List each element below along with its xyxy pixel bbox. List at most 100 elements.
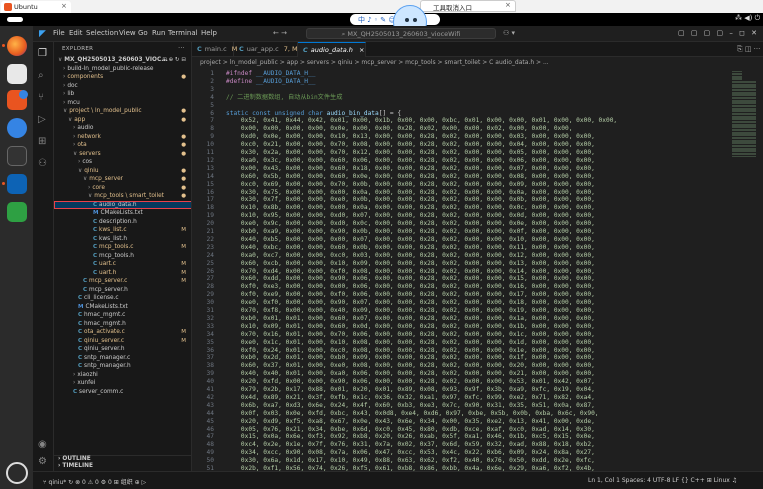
notification-badge (19, 90, 28, 99)
tree-folder[interactable]: › core ● (54, 184, 191, 193)
tree-file[interactable]: Csntp_manager.c (54, 354, 191, 363)
menu-edit[interactable]: Edit (69, 29, 83, 37)
tree-file[interactable]: Cmcp_server.c M (54, 277, 191, 286)
help-icon[interactable] (7, 118, 27, 138)
tree-folder[interactable]: › audio (54, 124, 191, 133)
tree-file[interactable]: Cqiniu_server.c M (54, 337, 191, 346)
command-center-search[interactable]: ⌕ MX_QH2505013_260603_vioceWifi (306, 28, 496, 39)
browser-tab-ubuntu[interactable]: Ubuntu × (1, 1, 71, 13)
tree-folder[interactable]: ∨ qiniu ● (54, 167, 191, 176)
close-icon[interactable]: × (359, 46, 364, 54)
more-actions-icon[interactable]: ··· (178, 44, 185, 52)
account-icon[interactable]: ◉ (38, 439, 47, 450)
line-number: 18 (206, 204, 214, 212)
tree-item-active-file[interactable]: Caudio_data.h (54, 200, 191, 209)
run-debug-icon[interactable]: ▷ (38, 114, 46, 125)
menu-file[interactable]: File (53, 29, 65, 37)
outline-section[interactable]: › OUTLINE (54, 455, 191, 463)
tree-folder[interactable]: ∨ MX_QH2505013_260603_VIOC... ⊞ ⊕ ↻ ⊟ (54, 56, 191, 65)
tree-file[interactable]: Cmcp_tools.c M (54, 243, 191, 252)
copilot-icon[interactable]: ⚇ ▾ (503, 29, 515, 37)
tree-folder[interactable]: › ota ● (54, 141, 191, 150)
line-number: 11 (206, 149, 214, 156)
tree-folder[interactable]: ∨ app ● (54, 116, 191, 125)
tree-file[interactable]: Chmac_mgmt.h (54, 320, 191, 329)
extensions-icon[interactable]: ⊞ (38, 136, 46, 147)
tree-folder[interactable]: › xunfei (54, 379, 191, 388)
menu-go[interactable]: Go (138, 29, 148, 37)
minimap[interactable] (730, 68, 760, 471)
menu-help[interactable]: Help (201, 29, 217, 37)
terminal-icon[interactable] (7, 146, 27, 166)
tree-folder[interactable]: › network ● (54, 133, 191, 142)
code-token: 0xb0, 0x01, 0x01, 0x00, 0x60, 0x07, 0x00… (240, 314, 595, 322)
copilot-chat-icon[interactable]: ⚇ (38, 158, 47, 169)
tree-folder[interactable]: ∨ mcp_tools \ smart_toilet ● (54, 192, 191, 201)
code-token: 0x10, 0x09, 0x01, 0x00, 0x60, 0x0d, 0x00… (240, 322, 595, 330)
menu-view[interactable]: View (119, 29, 136, 37)
editor-actions[interactable]: ⎘ ◫ ··· (737, 45, 760, 54)
code-editor[interactable]: 1 #ifndef __AUDIO_DATA_H__ 2 #define __AUDI… (192, 68, 763, 471)
tree-folder[interactable]: › components ● (54, 73, 191, 82)
menu-selection[interactable]: Selection (86, 29, 118, 37)
files-icon[interactable] (7, 64, 27, 84)
code-line: 11 0x30, 0x2a, 0x00, 0x00, 0x70, 0x12, 0… (192, 149, 763, 157)
activities-button[interactable] (7, 17, 23, 22)
tab-audio-data-h[interactable]: Caudio_data.h × (298, 42, 366, 57)
tree-folder[interactable]: ∨ mcp_server ● (54, 175, 191, 184)
system-tray[interactable]: ⁂ ◀) ⏻ (735, 14, 760, 23)
tree-folder[interactable]: ∨ servers ● (54, 150, 191, 159)
settings-gear-icon[interactable]: ⚙ (38, 456, 47, 467)
tree-file[interactable]: M CMakeLists.txt (54, 303, 191, 312)
close-icon[interactable]: × (61, 2, 67, 10)
tree-file[interactable]: Ccli_license.c (54, 294, 191, 303)
menu-terminal[interactable]: Terminal (168, 29, 198, 37)
code-line: 30 0xe0, 0xf0, 0x00, 0x00, 0x90, 0x07, 0… (192, 299, 763, 307)
tree-folder[interactable]: › cos (54, 158, 191, 167)
nav-arrows[interactable]: ← → (273, 29, 287, 37)
status-right[interactable]: Ln 1, Col 1 Spaces: 4 UTF-8 LF {} C++ ⊞ … (588, 477, 737, 484)
tree-file[interactable]: Cuart.c M (54, 260, 191, 269)
tree-file[interactable]: Cqiniu_server.h (54, 345, 191, 354)
tree-file[interactable]: Ckws_list.h (54, 235, 191, 244)
tab-uar-app-c[interactable]: Cuar_app.c 7, M (234, 42, 298, 57)
source-control-icon[interactable]: ⑂ (38, 92, 44, 103)
firefox-icon[interactable] (7, 36, 27, 56)
tab-main-c[interactable]: Cmain.c M (192, 42, 237, 57)
code-token: 0xd0, 0x0e, 0x00, 0x00, 0x10, 0x13, 0x00… (240, 133, 595, 141)
breadcrumb[interactable]: project > ln_model_public > app > server… (192, 57, 763, 68)
tree-file[interactable]: Ckws_list.c M (54, 226, 191, 235)
menu-run[interactable]: Run (152, 29, 165, 37)
tree-folder[interactable]: › xiaozhi (54, 371, 191, 380)
tree-folder[interactable]: › mcu (54, 99, 191, 108)
tree-file[interactable]: Cmcp_server.h (54, 286, 191, 295)
explorer-icon[interactable]: ❐ (38, 48, 47, 59)
tree-folder[interactable]: ∨ project \ ln_model_public ● (54, 107, 191, 116)
code-line: 24 0xa0, 0xc7, 0x00, 0x00, 0xc0, 0x03, 0… (192, 252, 763, 260)
tree-file[interactable]: Cdescription.h (54, 218, 191, 227)
tree-file[interactable]: Cota_activate.c M (54, 328, 191, 337)
close-icon[interactable]: × (505, 1, 511, 9)
status-left[interactable]: ⑂ qiniu* ↻ ⊗ 0 ⚠ 0 ⚙ 0 ⊞ 组织 ⊕ ▷ (43, 477, 146, 486)
trash-icon[interactable] (7, 202, 27, 222)
tree-folder[interactable]: › lib (54, 90, 191, 99)
line-number: 10 (206, 141, 214, 149)
tree-file[interactable]: Cserver_comm.c (54, 388, 191, 397)
window-controls[interactable]: ▢ ▢ ▢ ▢ – ◻ ✕ (678, 29, 759, 37)
tree-file[interactable]: Chmac_mgmt.c (54, 311, 191, 320)
vscode-icon[interactable] (7, 174, 27, 194)
search-icon[interactable]: ⌕ (38, 70, 44, 81)
tree-folder[interactable]: › build-ln_model_public-release (54, 65, 191, 74)
tree-file[interactable]: M CMakeLists.txt (54, 209, 191, 218)
show-apps-icon[interactable] (6, 462, 28, 484)
tree-file[interactable]: Csntp_manager.h (54, 362, 191, 371)
tree-file[interactable]: Cuart.h M (54, 269, 191, 278)
timeline-section[interactable]: › TIMELINE (54, 463, 191, 471)
browser-tab-tool[interactable]: 工具取消入口 × (420, 0, 516, 12)
tree-file[interactable]: Cmcp_tools.h (54, 252, 191, 261)
tree-folder[interactable]: › doc (54, 82, 191, 91)
